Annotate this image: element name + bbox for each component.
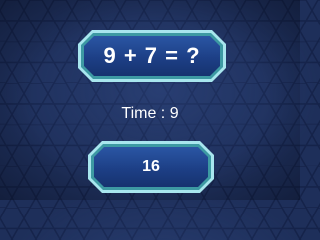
question-panel: 9 + 7 = ? bbox=[78, 30, 226, 82]
timer-label: Time : 9 bbox=[121, 105, 179, 122]
answer-button-face[interactable]: 16 bbox=[94, 147, 208, 187]
answer-label: 16 bbox=[142, 158, 160, 175]
answer-button[interactable]: 16 bbox=[88, 141, 214, 193]
question-text: 9 + 7 = ? bbox=[103, 43, 201, 68]
question-panel-face: 9 + 7 = ? bbox=[84, 36, 220, 76]
